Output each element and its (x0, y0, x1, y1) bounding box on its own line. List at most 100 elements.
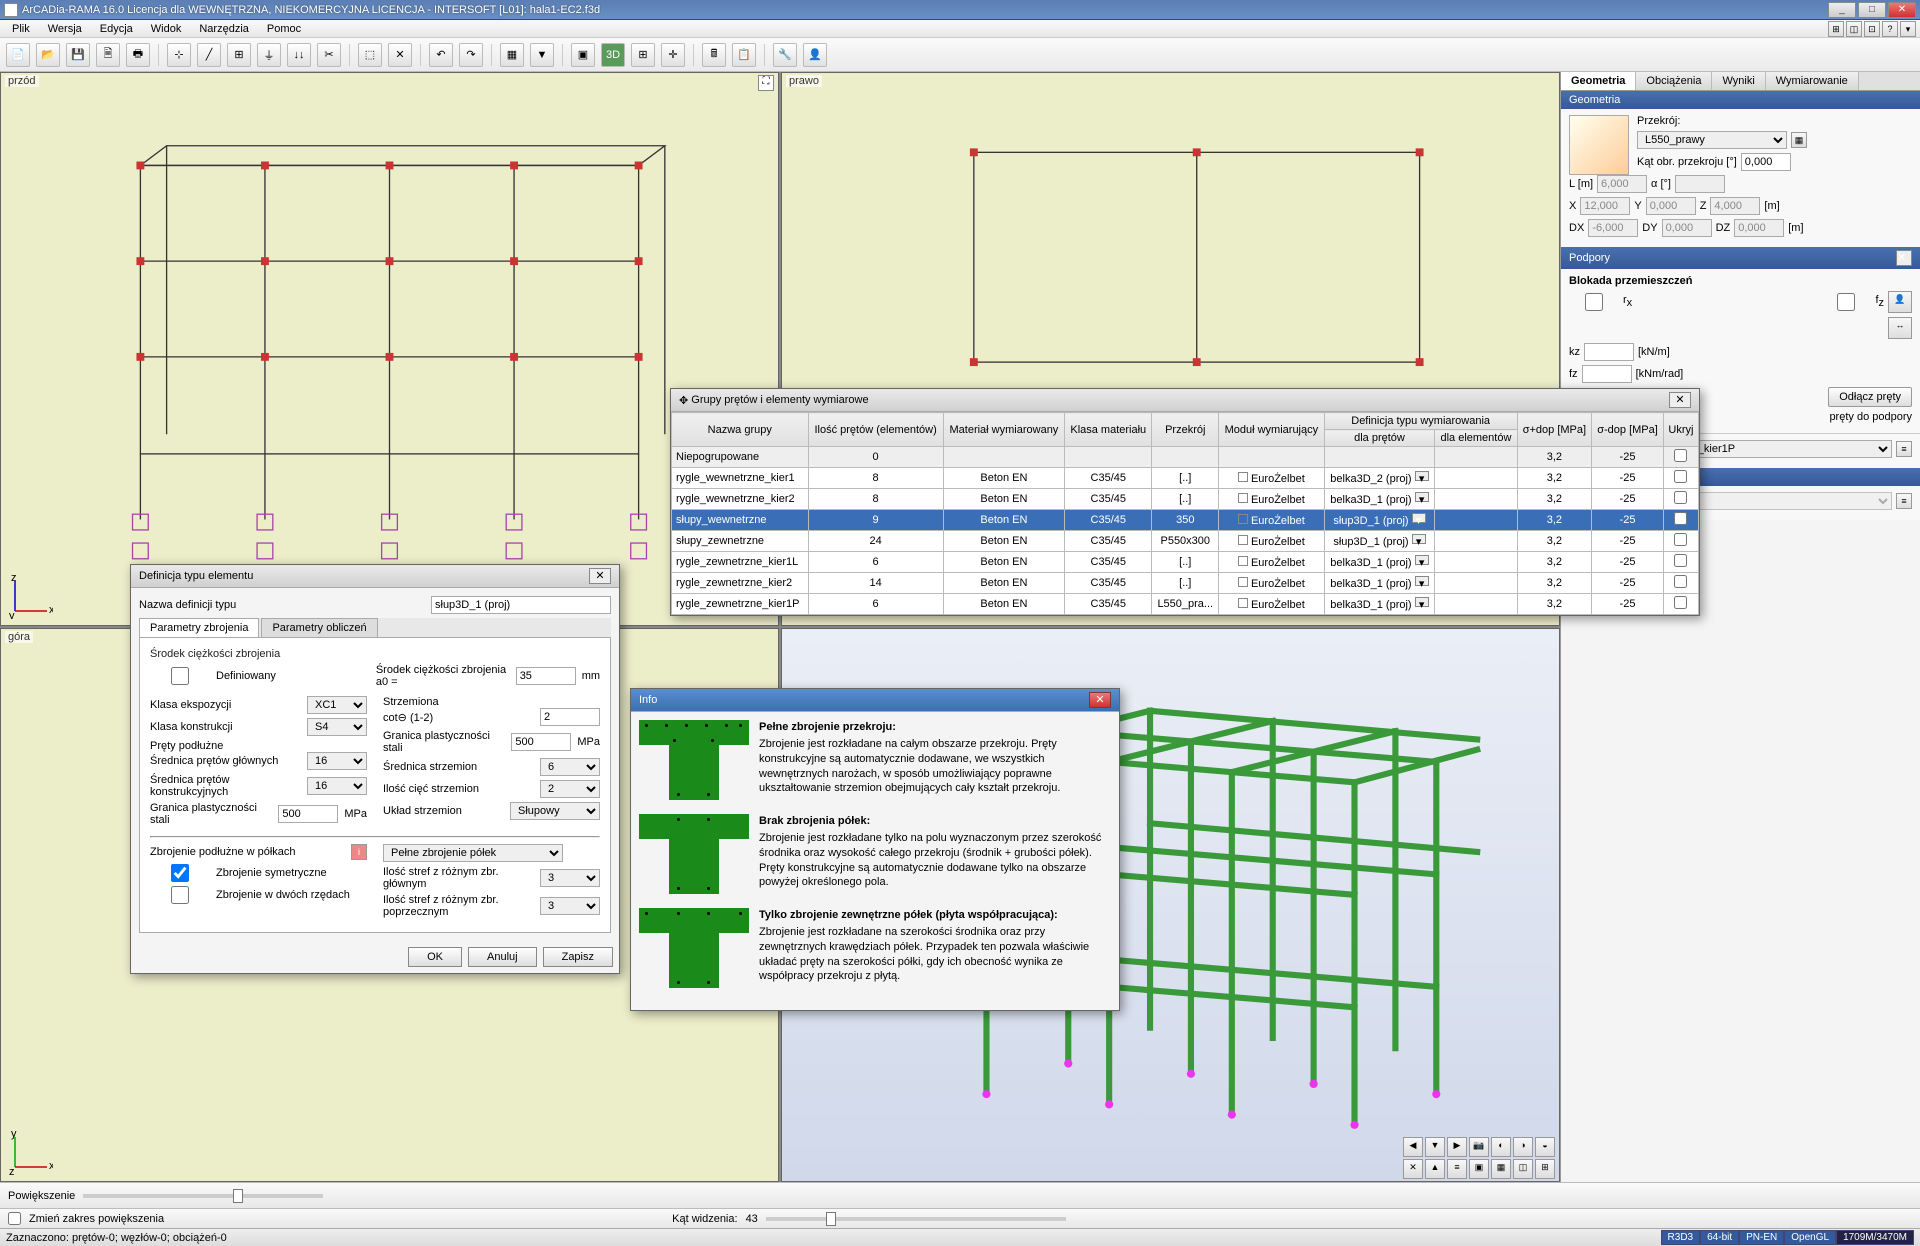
gran1-input[interactable] (278, 805, 338, 823)
cancel-button[interactable]: Anuluj (468, 947, 537, 967)
dwa-checkbox[interactable] (150, 886, 210, 904)
przekroj-select[interactable]: L550_prawy (1637, 131, 1787, 149)
fz-input[interactable] (1582, 365, 1632, 383)
print-icon[interactable]: 🖶 (126, 43, 150, 67)
save-as-icon[interactable]: 🗎 (96, 43, 120, 67)
col-material[interactable]: Materiał wymiarowany (943, 413, 1064, 447)
nazwa-input[interactable] (431, 596, 611, 614)
view2d-icon[interactable]: ▣ (571, 43, 595, 67)
undo-icon[interactable]: ↶ (429, 43, 453, 67)
minimize-button[interactable]: _ (1828, 2, 1856, 18)
fov-slider[interactable] (766, 1217, 1066, 1221)
redo-icon[interactable]: ↷ (459, 43, 483, 67)
fz-checkbox[interactable] (1821, 293, 1871, 311)
menu-pomoc[interactable]: Pomoc (259, 22, 309, 36)
table-row[interactable]: rygle_wewnetrzne_kier18Beton ENC35/45[..… (672, 468, 1699, 489)
nav-down-icon[interactable]: ▼ (1425, 1137, 1445, 1157)
col-def-pret[interactable]: dla prętów (1324, 430, 1435, 447)
load-tool-icon[interactable]: ↓↓ (287, 43, 311, 67)
table-row[interactable]: rygle_wewnetrzne_kier28Beton ENC35/45[..… (672, 489, 1699, 510)
node-tool-icon[interactable]: ⊹ (167, 43, 191, 67)
save-button[interactable]: Zapisz (543, 947, 613, 967)
grupa-podpor-edit-icon[interactable]: ≡ (1896, 493, 1912, 509)
table-row[interactable]: rygle_zewnetrzne_kier1L6Beton ENC35/45[.… (672, 552, 1699, 573)
dialog-close-button[interactable]: ✕ (1089, 692, 1111, 708)
close-button[interactable]: ✕ (1888, 2, 1916, 18)
menubar-extra-3[interactable]: ⊡ (1864, 21, 1880, 37)
cut-icon[interactable]: ✂ (317, 43, 341, 67)
axes-icon[interactable]: ✛ (661, 43, 685, 67)
render-3-icon[interactable]: ◒ (1535, 1137, 1555, 1157)
tab-wyniki[interactable]: Wyniki (1712, 72, 1765, 90)
col-modul[interactable]: Moduł wymiarujący (1219, 413, 1325, 447)
user-icon[interactable]: 👤 (803, 43, 827, 67)
klasa-konstr-select[interactable]: S4 (307, 718, 367, 736)
open-file-icon[interactable]: 📂 (36, 43, 60, 67)
menu-widok[interactable]: Widok (143, 22, 190, 36)
view3d-icon[interactable]: 3D (601, 43, 625, 67)
report-icon[interactable]: 📋 (732, 43, 756, 67)
nav-right-icon[interactable]: ▶ (1447, 1137, 1467, 1157)
zoom-slider-thumb[interactable] (233, 1189, 243, 1203)
sr-strz-select[interactable]: 6 (540, 758, 600, 776)
sr-konstr-select[interactable]: 16 (307, 777, 367, 795)
kz-input[interactable] (1584, 343, 1634, 361)
klasa-eksp-select[interactable]: XC1 (307, 696, 367, 714)
col-def[interactable]: Definicja typu wymiarowania (1324, 413, 1517, 430)
info-icon[interactable]: i (351, 844, 367, 860)
layout-icon[interactable]: ⊞ (631, 43, 655, 67)
rx-checkbox[interactable] (1569, 293, 1619, 311)
nav-menu-icon[interactable]: ≡ (1447, 1159, 1467, 1179)
filter-icon[interactable]: ▼ (530, 43, 554, 67)
przekroj-edit-icon[interactable]: ▦ (1791, 132, 1807, 148)
render-2-icon[interactable]: ◑ (1513, 1137, 1533, 1157)
maximize-button[interactable]: □ (1858, 2, 1886, 18)
tab-obciazenia[interactable]: Obciążenia (1636, 72, 1712, 90)
new-file-icon[interactable]: 📄 (6, 43, 30, 67)
grid-tool-icon[interactable]: ⊞ (227, 43, 251, 67)
save-file-icon[interactable]: 💾 (66, 43, 90, 67)
delete-icon[interactable]: ✕ (388, 43, 412, 67)
stref-pop-select[interactable]: 3 (540, 897, 600, 915)
uklad-select[interactable]: Słupowy (510, 802, 600, 820)
view-mode-4-icon[interactable]: ⊞ (1535, 1159, 1555, 1179)
col-nazwa[interactable]: Nazwa grupy (672, 413, 809, 447)
pelne-select[interactable]: Pełne zbrojenie półek (383, 844, 563, 862)
cot-input[interactable] (540, 708, 600, 726)
expand-icon[interactable]: ⛶ (758, 75, 774, 91)
gran2-input[interactable] (511, 733, 571, 751)
nav-close-icon[interactable]: ✕ (1403, 1159, 1423, 1179)
menu-wersja[interactable]: Wersja (40, 22, 90, 36)
ok-button[interactable]: OK (408, 947, 462, 967)
col-przekroj[interactable]: Przekrój (1152, 413, 1219, 447)
col-ukryj[interactable]: Ukryj (1663, 413, 1698, 447)
bar-tool-icon[interactable]: ╱ (197, 43, 221, 67)
support-tool-icon[interactable]: ⏚ (257, 43, 281, 67)
tab-geometria[interactable]: Geometria (1561, 72, 1636, 90)
tab-param-obliczen[interactable]: Parametry obliczeń (261, 618, 377, 637)
col-klasa[interactable]: Klasa materiału (1065, 413, 1152, 447)
view-mode-1-icon[interactable]: ▣ (1469, 1159, 1489, 1179)
view-mode-3-icon[interactable]: ◫ (1513, 1159, 1533, 1179)
menubar-extra-2[interactable]: ◫ (1846, 21, 1862, 37)
table-row[interactable]: słupy_wewnetrzne9Beton ENC35/45350EuroŻe… (672, 510, 1699, 531)
table-icon[interactable]: ▦ (500, 43, 524, 67)
kat-input[interactable] (1741, 153, 1791, 171)
odlacz-button[interactable]: Odłącz pręty (1828, 387, 1912, 407)
settings-icon[interactable]: 🔧 (773, 43, 797, 67)
table-row[interactable]: rygle_zewnetrzne_kier1P6Beton ENC35/45L5… (672, 594, 1699, 615)
ciec-select[interactable]: 2 (540, 780, 600, 798)
grupa-edit-icon[interactable]: ≡ (1896, 441, 1912, 457)
table-row[interactable]: Niepogrupowane03,2-25 (672, 447, 1699, 468)
a0-input[interactable] (516, 667, 576, 685)
zoom-range-checkbox[interactable] (8, 1212, 21, 1225)
support-pick-icon[interactable]: 👤 (1888, 291, 1912, 313)
col-sigma-m[interactable]: σ-dop [MPa] (1592, 413, 1664, 447)
stref-gl-select[interactable]: 3 (540, 869, 600, 887)
dialog-close-button[interactable]: ✕ (589, 568, 611, 584)
view-mode-2-icon[interactable]: ▦ (1491, 1159, 1511, 1179)
dialog-close-button[interactable]: ✕ (1669, 392, 1691, 408)
support-link-icon[interactable]: ↔ (1888, 317, 1912, 339)
nav-up-icon[interactable]: ▲ (1425, 1159, 1445, 1179)
sym-checkbox[interactable] (150, 864, 210, 882)
